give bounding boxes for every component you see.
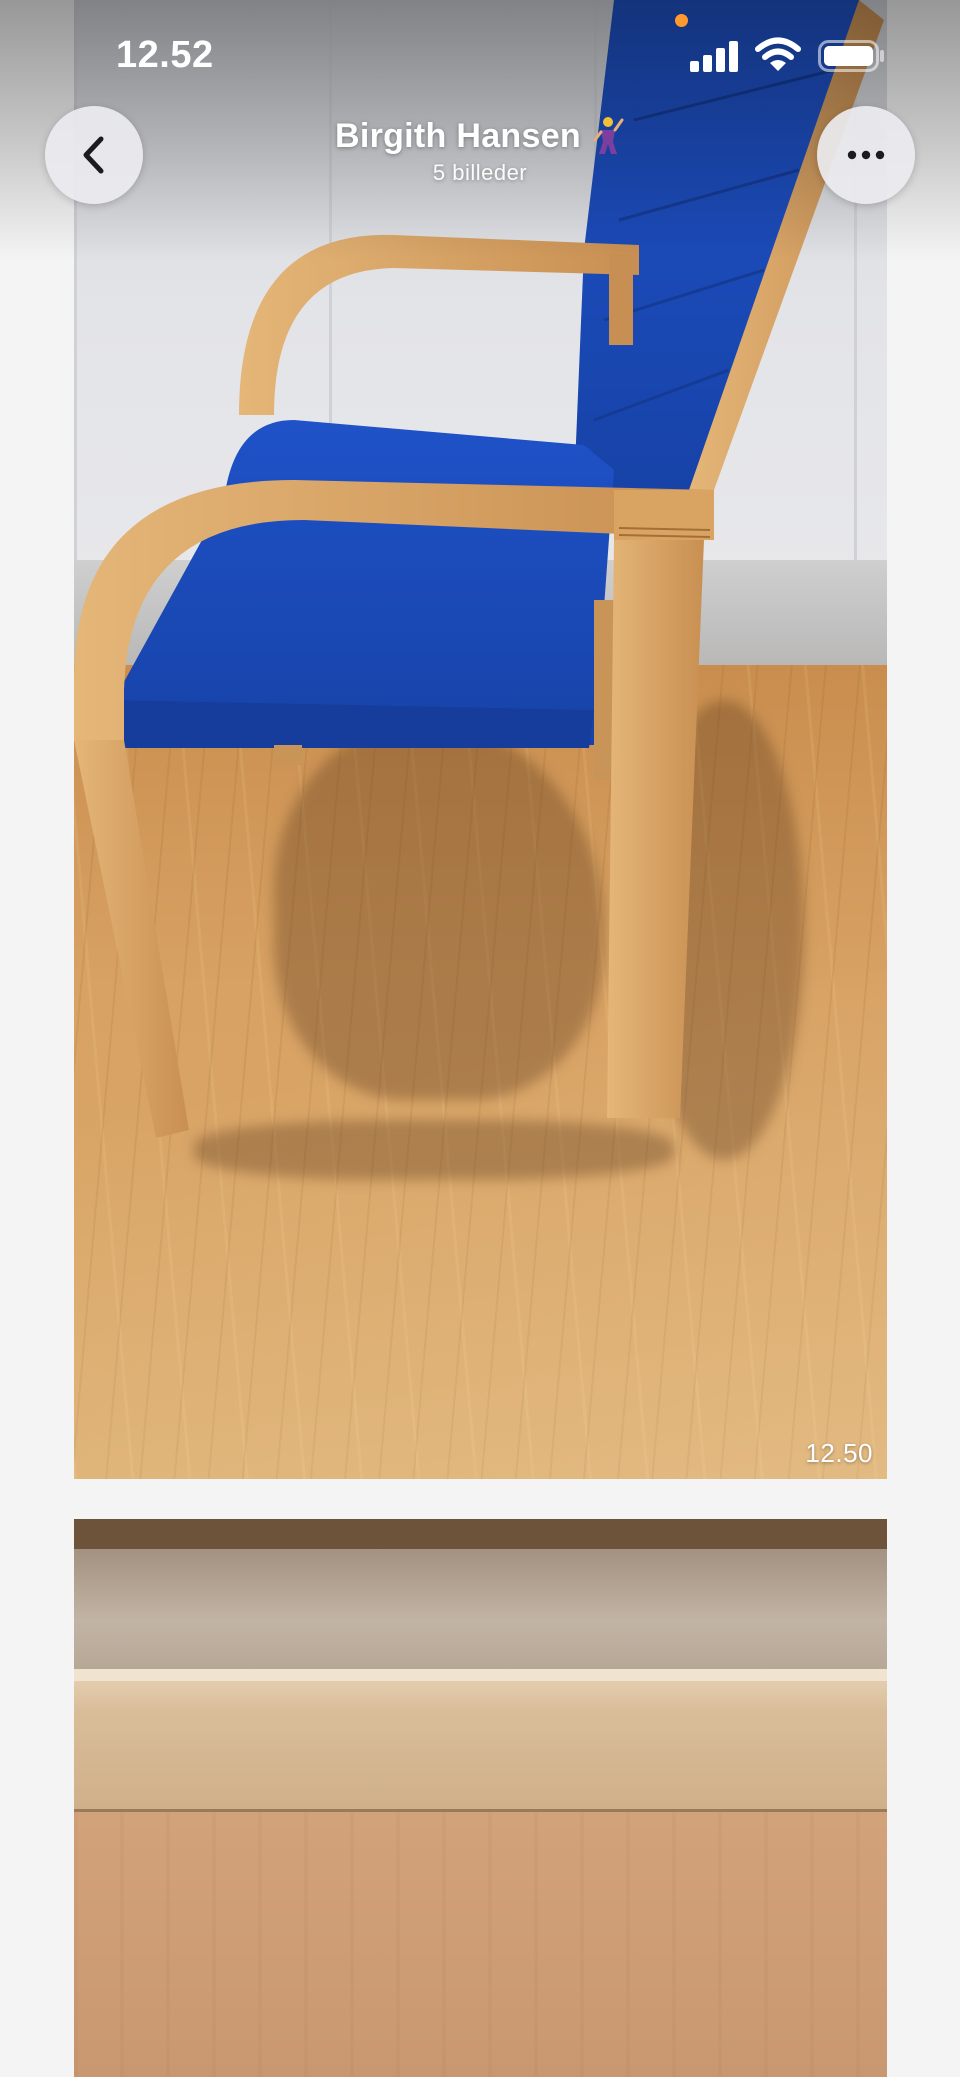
wifi-icon: [755, 37, 801, 71]
ellipsis-icon: [847, 150, 885, 160]
more-options-button[interactable]: [817, 106, 915, 204]
recording-indicator-dot: [675, 14, 688, 27]
battery-icon: [818, 40, 884, 72]
chair-photo[interactable]: 12.50: [74, 0, 887, 1479]
chevron-left-icon: [83, 136, 104, 174]
photo-count-subtitle: 5 billeder: [432, 160, 528, 185]
chair-illustration: [74, 0, 884, 1138]
header-title-row: Birgith Hansen: [335, 116, 625, 156]
header-title-block: Birgith Hansen 5 billeder: [240, 116, 720, 186]
status-bar-time: 12.52: [116, 34, 214, 76]
contact-name: Birgith Hansen: [334, 116, 581, 155]
wood-closeup-photo[interactable]: [74, 1519, 887, 2077]
dancer-emoji-icon: [593, 117, 624, 154]
photo-timestamp: 12.50: [805, 1438, 873, 1468]
photo-gallery-screen: 12.50 12.52 Birgith Hansen 5 billeder: [0, 0, 960, 2077]
cellular-signal-icon: [690, 40, 740, 72]
back-button[interactable]: [45, 106, 143, 204]
